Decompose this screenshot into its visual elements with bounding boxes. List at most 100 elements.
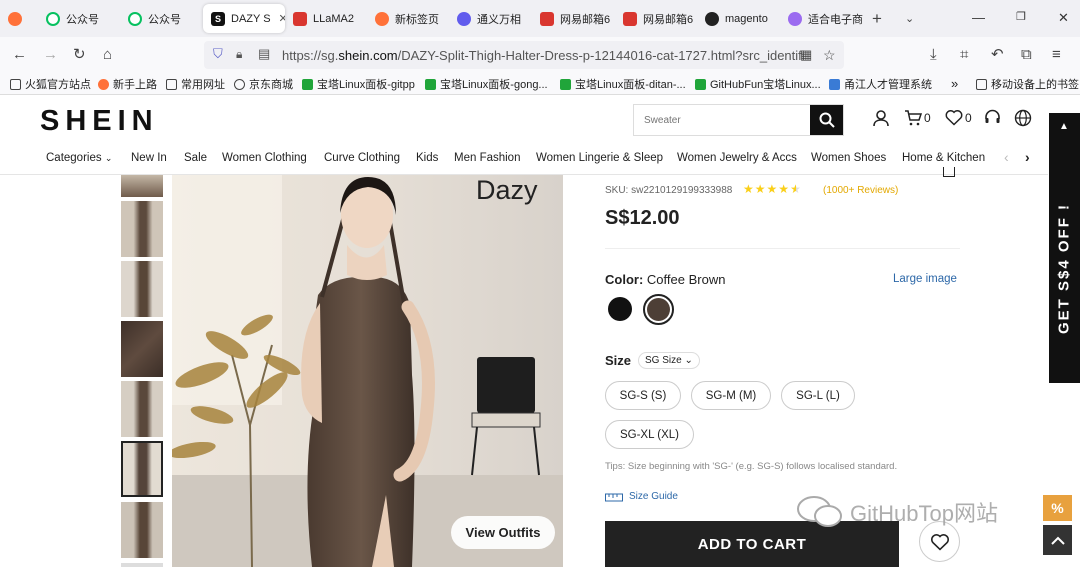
forward-icon[interactable]: → — [43, 46, 58, 64]
minimize-icon[interactable]: — — [972, 10, 985, 25]
nav-prev-icon[interactable]: ‹ — [1004, 149, 1009, 165]
thumbnail[interactable] — [121, 261, 163, 317]
size-system-select[interactable]: SG Size ⌄ — [638, 352, 700, 369]
collapse-arrow-icon[interactable]: ▲ — [1059, 121, 1069, 132]
bookmark-item[interactable]: 常用网址 — [166, 76, 225, 92]
nav-women-jewelry[interactable]: Women Jewelry & Accs — [677, 152, 797, 164]
download-icon[interactable]: ⤓ — [930, 46, 937, 64]
size-option-s[interactable]: SG-S (S) — [605, 381, 681, 410]
bookmark-item[interactable]: 宝塔Linux面板-gitpp — [302, 76, 415, 92]
tab-llama2[interactable]: LLaMA2 — [293, 4, 354, 33]
restore-icon[interactable]: ❐ — [1016, 10, 1026, 23]
bookmark-item[interactable]: 甬江人才管理系统 — [829, 76, 932, 92]
globe-icon — [234, 78, 245, 90]
thumbnail[interactable] — [121, 175, 163, 197]
nav-women-lingerie[interactable]: Women Lingerie & Sleep — [536, 152, 663, 164]
close-tab-icon[interactable]: ✕ — [279, 12, 285, 25]
back-to-top-button[interactable] — [1043, 525, 1072, 555]
tab-shein-active[interactable]: S DAZY S ✕ — [203, 4, 285, 33]
home-icon[interactable]: ⌂ — [103, 46, 112, 64]
search-button[interactable] — [810, 105, 843, 135]
tab-netease-1[interactable]: 网易邮箱6 — [540, 4, 610, 33]
support-button[interactable] — [984, 109, 1001, 126]
tab-magento[interactable]: magento — [705, 4, 768, 33]
reviews-link[interactable]: (1000+ Reviews) — [823, 185, 898, 196]
bookmark-label: 移动设备上的书签 — [991, 79, 1079, 91]
nav-curve-clothing[interactable]: Curve Clothing — [324, 152, 400, 164]
back-icon[interactable]: ← — [12, 46, 27, 64]
extensions-icon[interactable]: ⧉ — [1021, 46, 1032, 64]
size-option-xl[interactable]: SG-XL (XL) — [605, 420, 694, 449]
tab-wechat-2[interactable]: 公众号 — [128, 4, 181, 33]
mobile-icon — [976, 78, 987, 90]
more-bookmarks-icon[interactable]: » — [951, 76, 958, 91]
size-label: Size — [605, 353, 632, 368]
nav-new-in[interactable]: New In — [131, 152, 167, 164]
cart-button[interactable]: 0 — [904, 109, 931, 127]
bookmark-item[interactable]: 新手上路 — [98, 76, 157, 92]
bookmark-item[interactable]: GitHubFun宝塔Linux... — [695, 76, 821, 92]
app-icon — [788, 11, 802, 26]
qr-code-icon[interactable]: ▦ — [800, 46, 812, 64]
size-guide-link[interactable]: Size Guide — [605, 491, 678, 502]
nav-next-icon[interactable]: › — [1025, 149, 1030, 165]
bookmark-star-icon[interactable]: ☆ — [823, 46, 836, 64]
promo-badge[interactable]: % — [1043, 495, 1072, 521]
reload-icon[interactable]: ↻ — [73, 46, 86, 64]
tab-new-tab-page[interactable]: 新标签页 — [375, 4, 439, 33]
thumbnail[interactable] — [121, 563, 163, 567]
nav-sale[interactable]: Sale — [184, 152, 207, 164]
large-image-link[interactable]: Large image — [893, 273, 957, 285]
menu-icon[interactable]: ≡ — [1052, 46, 1061, 64]
nav-categories[interactable]: Categories ⌄ — [46, 152, 112, 164]
language-button[interactable] — [1014, 109, 1032, 127]
new-tab-button[interactable]: + — [872, 4, 882, 33]
size-option-l[interactable]: SG-L (L) — [781, 381, 855, 410]
tab-ecommerce[interactable]: 适合电子商 — [788, 4, 863, 33]
thumbnail[interactable] — [121, 201, 163, 257]
swatch-black[interactable] — [608, 297, 632, 321]
search-input[interactable] — [634, 105, 811, 135]
nav-women-shoes[interactable]: Women Shoes — [811, 152, 886, 164]
wishlist-button[interactable]: 0 — [945, 109, 972, 126]
thumbnail-selected[interactable] — [121, 441, 163, 497]
product-main-image[interactable]: Dazy View Outfits — [172, 175, 563, 567]
firefox-icon — [375, 11, 389, 26]
side-promo-banner[interactable]: ▲ GET S$4 OFF ! — [1049, 113, 1080, 383]
share-icon[interactable] — [943, 167, 955, 177]
nav-home-kitchen[interactable]: Home & Kitchen — [902, 152, 985, 164]
screenshot-icon[interactable]: ⌗ — [960, 46, 968, 64]
netease-mail-icon — [623, 11, 637, 26]
bookmark-item[interactable]: 宝塔Linux面板-ditan-... — [560, 76, 686, 92]
account-button[interactable] — [872, 109, 890, 127]
bookmark-item[interactable]: 宝塔Linux面板-gong... — [425, 76, 548, 92]
tab-list-button[interactable]: ⌄ — [905, 4, 914, 33]
address-bar[interactable]: ⛉ 🔒︎ ▤ https://sg. shein.com/DAZY-Split-T… — [204, 41, 844, 69]
view-outfits-button[interactable]: View Outfits — [451, 516, 555, 549]
baota-icon — [302, 78, 313, 90]
heart-icon — [945, 110, 963, 126]
tab-tongyi[interactable]: 通义万相 — [457, 4, 521, 33]
swatch-coffee-brown[interactable] — [643, 294, 674, 325]
bookmark-label: 宝塔Linux面板-gitpp — [317, 79, 415, 91]
tab-wechat-1[interactable]: 公众号 — [46, 4, 99, 33]
nav-men-fashion[interactable]: Men Fashion — [454, 152, 520, 164]
size-option-m[interactable]: SG-M (M) — [691, 381, 771, 410]
shein-logo[interactable]: SHEIN — [40, 105, 159, 138]
bookmark-item[interactable]: 火狐官方站点 — [10, 76, 91, 92]
thumbnail[interactable] — [121, 381, 163, 437]
thumbnail[interactable] — [121, 502, 163, 558]
category-nav: Categories ⌄ New In Sale Women Clothing … — [0, 143, 1048, 175]
close-window-icon[interactable]: ✕ — [1058, 10, 1069, 26]
rating-stars: ★★★★★ — [743, 182, 802, 196]
nav-kids[interactable]: Kids — [416, 152, 438, 164]
undo-icon[interactable]: ↶ — [991, 46, 1004, 64]
thumbnail[interactable] — [121, 321, 163, 377]
bookmark-item[interactable]: 京东商城 — [234, 76, 293, 92]
bookmark-label: GitHubFun宝塔Linux... — [710, 79, 821, 91]
bookmark-item[interactable]: 移动设备上的书签 — [976, 76, 1079, 92]
wechat-icon — [46, 11, 60, 26]
tab-firefox[interactable] — [8, 4, 28, 33]
tab-netease-2[interactable]: 网易邮箱6 — [623, 4, 693, 33]
nav-women-clothing[interactable]: Women Clothing — [222, 152, 307, 164]
